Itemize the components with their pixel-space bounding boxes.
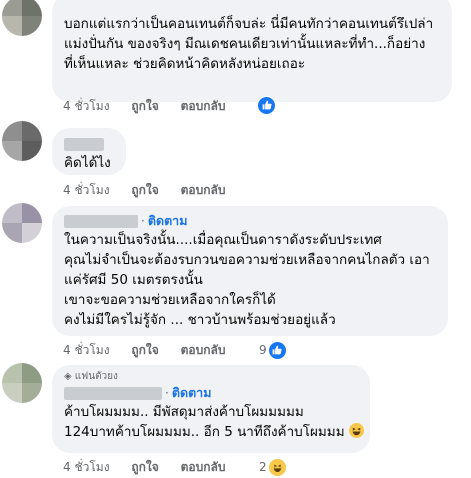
comment-text-line: บอกแต่แรกว่าเป็นคอนเทนต์ก็จบล่ะ นี่มีคนท… [64, 16, 434, 32]
comment-actions: 4 ชั่วโมง ถูกใจ ตอบกลับ [63, 97, 243, 115]
commenter-name[interactable] [64, 387, 162, 400]
commenter-name[interactable] [64, 215, 138, 228]
comment-text-line: คงไม่มีใครไม่รู้จัก ... ชาวบ้านพร้อมช่วย… [64, 312, 336, 328]
commenter-name[interactable] [64, 135, 114, 153]
comment-bubble: คิดได้ไง [52, 128, 126, 175]
avatar[interactable] [2, 363, 42, 403]
reply-button[interactable]: ตอบกลับ [181, 181, 226, 199]
reaction-summary[interactable]: 2 [259, 457, 287, 477]
like-icon [267, 340, 287, 360]
like-button[interactable]: ถูกใจ [131, 458, 158, 476]
comment-timestamp[interactable]: 4 ชั่วโมง [63, 97, 110, 115]
like-button[interactable]: ถูกใจ [131, 181, 158, 199]
haha-icon [267, 457, 287, 477]
comment-text-line: คุณไม่จำเป็นจะต้องรบกวนขอความช่วยเหลือจา… [64, 252, 430, 268]
reply-button[interactable]: ตอบกลับ [181, 341, 226, 359]
reaction-count: 9 [259, 343, 267, 357]
reply-button[interactable]: ตอบกลับ [181, 97, 226, 115]
follow-button[interactable]: ติดตาม [172, 385, 212, 400]
comment-timestamp[interactable]: 4 ชั่วโมง [63, 341, 110, 359]
comment-timestamp[interactable]: 4 ชั่วโมง [63, 181, 110, 199]
name-redacted [64, 138, 104, 151]
reaction-summary[interactable]: 9 [259, 340, 287, 360]
comment-actions: 4 ชั่วโมง ถูกใจ ตอบกลับ [63, 181, 243, 199]
top-fan-badge: ◈ แฟนตัวยง [64, 371, 118, 382]
reply-button[interactable]: ตอบกลับ [181, 458, 226, 476]
comment-text-line: เขาจะขอความช่วยเหลือจากใครก็ได้ [64, 292, 276, 308]
avatar[interactable] [2, 121, 42, 161]
comment-bubble: · ติดตาม ในความเป็นจริงนั้น....เมื่อคุณเป… [52, 206, 448, 336]
like-icon [257, 95, 276, 115]
comment-bubble: บอกแต่แรกว่าเป็นคอนเทนต์ก็จบล่ะ นี่มีคนท… [52, 0, 452, 102]
like-button[interactable]: ถูกใจ [131, 341, 158, 359]
comment-actions: 4 ชั่วโมง ถูกใจ ตอบกลับ [63, 341, 243, 359]
comment-text-line: คิดได้ไง [64, 155, 111, 171]
avatar[interactable] [2, 0, 42, 36]
reaction-summary[interactable] [257, 95, 276, 115]
comment-timestamp[interactable]: 4 ชั่วโมง [63, 458, 110, 476]
avatar[interactable] [2, 203, 42, 243]
like-button[interactable]: ถูกใจ [131, 97, 158, 115]
grinning-squinting-face-icon [348, 423, 364, 438]
reaction-count: 2 [259, 460, 267, 474]
comment-header: · ติดตาม [64, 212, 436, 230]
comment-text-line: ค้าบโผมมมม.. มีพัสดุมาส่งค้าบโผมมมมม [64, 404, 304, 420]
comment-text-line: 124บาทค้าบโผมมมม.. อีก 5 นาทีถึงค้าบโผมม… [64, 422, 364, 442]
comment-text-line: แม่งปั่นกัน ของจริงๆ มีณเดชคนเดียวเท่านั… [64, 36, 426, 52]
diamond-icon: ◈ [64, 371, 72, 382]
follow-button[interactable]: ติดตาม [148, 213, 188, 228]
comment-bubble: ◈ แฟนตัวยง · ติดตาม ค้าบโผมมมม.. มีพัสดุมา… [52, 365, 370, 453]
comment-text-line: ในความเป็นจริงนั้น....เมื่อคุณเป็นดาราดั… [64, 232, 382, 248]
comment-header: · ติดตาม [64, 384, 358, 402]
comment-text-line: ที่เห็นแหละ ช่วยคิดหน้าคิดหลังหน่อยเถอะ [64, 56, 306, 72]
comment-text-line: แค่รัศมี 50 เมตรตรงนั้น [64, 272, 203, 288]
comment-actions: 4 ชั่วโมง ถูกใจ ตอบกลับ [63, 458, 243, 476]
